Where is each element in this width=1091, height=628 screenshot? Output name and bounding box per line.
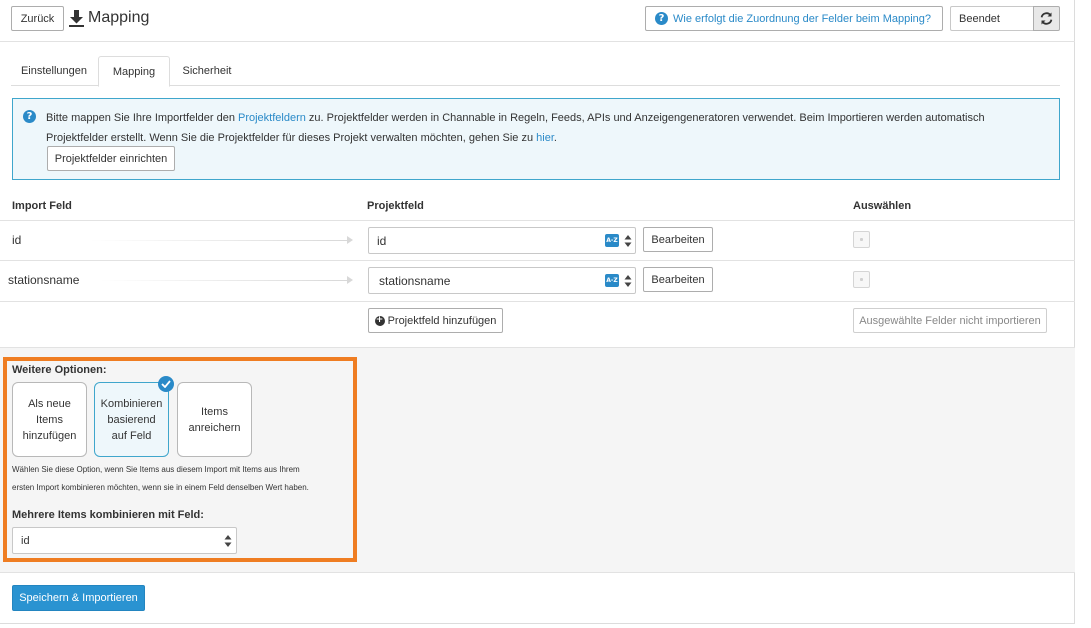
option-description-line: Wählen Sie diese Option, wenn Sie Items … xyxy=(12,465,300,474)
setup-project-fields-button[interactable]: Projektfelder einrichten xyxy=(47,146,175,171)
option-label: Als neue Items hinzufügen xyxy=(22,397,77,442)
project-field-select[interactable]: stationsname A-Z xyxy=(368,267,636,294)
combine-field-value: id xyxy=(21,534,30,547)
project-field-value: stationsname xyxy=(379,273,451,288)
sort-az-icon: A-Z xyxy=(605,234,619,247)
arrow-right-icon xyxy=(347,236,353,244)
option-enrich-items[interactable]: Items anreichern xyxy=(177,382,252,457)
add-project-field-label: Projektfeld hinzufügen xyxy=(387,314,497,327)
info-text-part: . xyxy=(553,132,557,144)
page-title-text: Mapping xyxy=(88,9,150,26)
projektfeldern-link[interactable]: Projektfeldern xyxy=(238,112,306,124)
option-label: Items anreichern xyxy=(188,405,241,434)
options-heading: Weitere Optionen: xyxy=(12,364,107,376)
option-add-new-items[interactable]: Als neue Items hinzufügen xyxy=(12,382,87,457)
project-field-value: id xyxy=(377,233,387,248)
sort-caret-icon xyxy=(224,535,232,547)
refresh-icon xyxy=(1040,12,1053,25)
header-bar: Zurück Mapping ? Wie erfolgt die Zuordnu… xyxy=(0,0,1075,42)
mapping-arrow xyxy=(100,280,348,281)
edit-button[interactable]: Bearbeiten xyxy=(643,267,713,292)
plus-circle-icon: + xyxy=(374,315,385,326)
sort-caret-icon xyxy=(624,275,632,287)
page-title: Mapping xyxy=(69,9,149,27)
import-field-label: id xyxy=(12,233,22,247)
mapping-arrow xyxy=(90,240,348,241)
info-text-part: Bitte mappen Sie Ihre Importfelder den xyxy=(46,112,238,124)
tab-sicherheit[interactable]: Sicherheit xyxy=(171,56,243,86)
sort-az-icon: A-Z xyxy=(605,274,619,287)
divider xyxy=(0,260,1075,261)
selected-check-icon xyxy=(158,376,174,392)
combine-field-select[interactable]: id xyxy=(12,527,237,554)
import-field-label: stationsname xyxy=(8,273,80,287)
row-select-checkbox[interactable] xyxy=(853,231,870,248)
option-label: Kombinieren basierend auf Feld xyxy=(100,397,163,442)
divider xyxy=(0,220,1075,221)
question-circle-icon: ? xyxy=(23,110,36,123)
import-status-field: Beendet xyxy=(950,6,1033,31)
project-field-select[interactable]: id A-Z xyxy=(368,227,636,254)
tab-einstellungen[interactable]: Einstellungen xyxy=(11,56,97,86)
arrow-right-icon xyxy=(347,276,353,284)
skip-selected-fields-button[interactable]: Ausgewählte Felder nicht importieren xyxy=(853,308,1047,333)
question-circle-icon: ? xyxy=(655,12,668,25)
info-alert: ? Bitte mappen Sie Ihre Importfelder den… xyxy=(12,98,1060,180)
save-and-import-button[interactable]: Speichern & Importieren xyxy=(12,585,145,611)
refresh-button[interactable] xyxy=(1033,6,1060,31)
option-description: Wählen Sie diese Option, wenn Sie Items … xyxy=(12,461,352,497)
option-combine-by-field[interactable]: Kombinieren basierend auf Feld xyxy=(94,382,169,457)
mapping-page: Zurück Mapping ? Wie erfolgt die Zuordnu… xyxy=(0,0,1075,624)
combine-field-label: Mehrere Items kombinieren mit Feld: xyxy=(12,509,204,521)
hier-link[interactable]: hier xyxy=(536,132,554,144)
tab-mapping[interactable]: Mapping xyxy=(98,56,170,87)
row-select-checkbox[interactable] xyxy=(853,271,870,288)
sort-caret-icon xyxy=(624,235,632,247)
mapping-help-text: Wie erfolgt die Zuordnung der Felder bei… xyxy=(673,12,932,25)
option-description-line: ersten Import kombinieren möchten, wenn … xyxy=(12,483,309,492)
info-text: Bitte mappen Sie Ihre Importfelder den P… xyxy=(46,108,1046,148)
add-project-field-button[interactable]: + Projektfeld hinzufügen xyxy=(368,308,503,333)
edit-button[interactable]: Bearbeiten xyxy=(643,227,713,252)
header-import-field: Import Feld xyxy=(12,200,72,212)
tab-bar: Einstellungen Mapping Sicherheit xyxy=(11,56,1060,87)
header-select: Auswählen xyxy=(853,200,912,212)
divider xyxy=(0,301,1075,302)
mapping-help-link[interactable]: ? Wie erfolgt die Zuordnung der Felder b… xyxy=(645,6,943,31)
header-project-field: Projektfeld xyxy=(367,200,424,212)
back-button[interactable]: Zurück xyxy=(11,6,64,31)
download-icon xyxy=(69,9,84,27)
